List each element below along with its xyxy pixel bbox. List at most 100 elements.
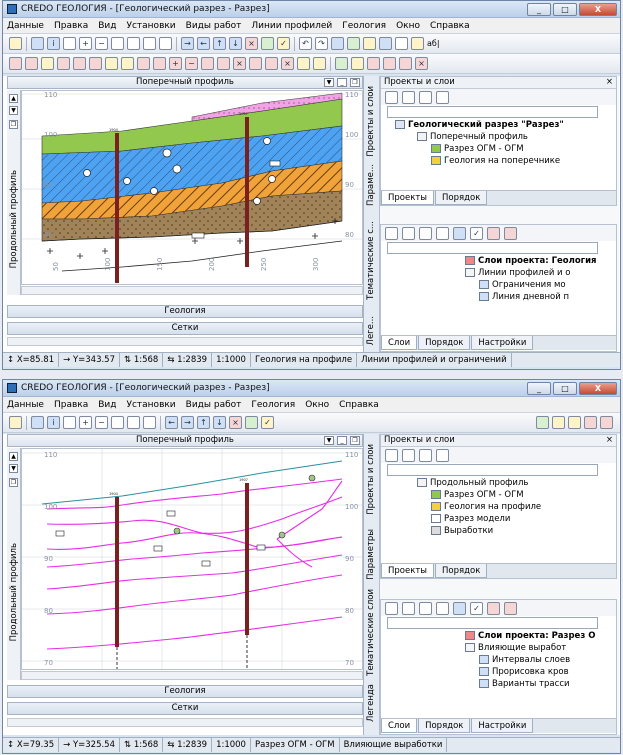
restore-panel-icon[interactable]: ❐ — [350, 436, 360, 445]
dropdown-icon[interactable]: ▼ — [324, 78, 334, 87]
tree-item[interactable]: Выработки — [381, 525, 616, 537]
copy-icon[interactable] — [385, 226, 398, 240]
apply-icon[interactable]: ✓ — [470, 601, 483, 615]
zoom-all-icon[interactable] — [127, 416, 140, 429]
info-icon[interactable]: i — [47, 37, 60, 50]
menu-settings[interactable]: Установки — [126, 400, 175, 410]
menu-settings[interactable]: Установки — [126, 21, 175, 31]
zoom-in-icon[interactable]: + — [79, 37, 92, 50]
geology-section[interactable]: 1904 1907 110 100 90 80 110 100 90 80 50 100 1… — [22, 91, 362, 284]
tree-root[interactable]: Геологический разрез "Разрез" — [381, 119, 616, 131]
arc-tool-icon[interactable] — [121, 57, 134, 70]
new-icon[interactable] — [385, 90, 398, 104]
restore-panel-icon[interactable]: ❐ — [350, 78, 360, 87]
down-icon[interactable]: ▼ — [9, 106, 18, 115]
layer-item[interactable]: Варианты трасси — [381, 678, 616, 690]
layer-icon[interactable] — [331, 37, 344, 50]
tab-settings[interactable]: Настройки — [471, 336, 534, 350]
up-icon[interactable]: ▲ — [9, 452, 18, 461]
chess2-icon[interactable] — [504, 226, 517, 240]
minimize-button[interactable]: _ — [527, 2, 551, 16]
fill-icon[interactable] — [297, 57, 310, 70]
node-icon[interactable] — [137, 57, 150, 70]
vtab-legend[interactable]: Легенда — [366, 684, 376, 722]
arrow-up-icon[interactable]: ↑ — [213, 37, 226, 50]
pin-icon[interactable] — [600, 416, 613, 429]
layer-item[interactable]: Интервалы слоев — [381, 654, 616, 666]
menu-data[interactable]: Данные — [7, 21, 44, 31]
menu-help[interactable]: Справка — [339, 400, 379, 410]
tree-item[interactable]: Разрез ОГМ - ОГМ — [381, 489, 616, 501]
menu-edit[interactable]: Правка — [54, 21, 88, 31]
mark-icon[interactable] — [584, 416, 597, 429]
arrow-left-icon[interactable]: ← — [165, 416, 178, 429]
rect-icon[interactable] — [31, 37, 44, 50]
split-icon[interactable] — [89, 57, 102, 70]
remove-node-icon[interactable]: − — [185, 57, 198, 70]
check-icon[interactable]: ✓ — [261, 416, 274, 429]
undo-icon[interactable]: ↶ — [299, 37, 312, 50]
pin-icon[interactable] — [383, 57, 396, 70]
hscrollbar[interactable] — [21, 671, 363, 680]
geology-bar[interactable]: Геология — [7, 305, 363, 318]
cut-tool-icon[interactable] — [419, 601, 432, 615]
tab-order[interactable]: Порядок — [435, 564, 488, 578]
menu-window[interactable]: Окно — [305, 400, 329, 410]
arrow-right-icon[interactable]: → — [181, 416, 194, 429]
settings-icon[interactable] — [395, 37, 408, 50]
menu-works[interactable]: Виды работ — [186, 21, 242, 31]
open-icon[interactable] — [402, 448, 415, 462]
props-icon[interactable] — [436, 226, 449, 240]
paste-icon[interactable] — [402, 601, 415, 615]
tab-layers[interactable]: Слои — [381, 336, 418, 350]
tree-item[interactable]: Геология на профиле — [381, 501, 616, 513]
arrow-left-icon[interactable]: ← — [197, 37, 210, 50]
props-icon[interactable] — [436, 601, 449, 615]
check-icon[interactable]: ✓ — [277, 37, 290, 50]
layer-filter[interactable] — [387, 617, 598, 629]
dash-tool-icon[interactable] — [105, 57, 118, 70]
tree-item[interactable]: Продольный профиль — [381, 477, 616, 489]
brush-icon[interactable] — [453, 601, 466, 615]
close-button[interactable]: X — [579, 2, 617, 16]
section-canvas[interactable]: 1904 1907 110 100 90 80 70 110 100 90 80 70 — [21, 448, 363, 670]
vtab-long-profile[interactable]: ▲ ▼ ❐ Продольный профиль — [7, 448, 21, 680]
close-icon[interactable]: × — [606, 77, 613, 88]
cross-icon[interactable]: × — [281, 57, 294, 70]
zoom-rect-icon[interactable] — [63, 416, 76, 429]
tab-settings[interactable]: Настройки — [471, 719, 534, 733]
menu-data[interactable]: Данные — [7, 400, 44, 410]
model-section[interactable]: 1904 1907 110 100 90 80 70 110 100 90 80 70 — [22, 449, 362, 669]
measure-icon[interactable] — [217, 57, 230, 70]
tab-order[interactable]: Порядок — [418, 336, 471, 350]
open-icon[interactable] — [402, 90, 415, 104]
point-tool-icon[interactable] — [41, 57, 54, 70]
tab-layers[interactable]: Слои — [381, 719, 418, 733]
arrow-right-icon[interactable]: → — [181, 37, 194, 50]
well-1907[interactable] — [245, 117, 249, 267]
dropdown-icon[interactable]: ▼ — [324, 436, 334, 445]
save-icon[interactable] — [419, 90, 432, 104]
minimize-panel-icon[interactable]: _ — [337, 78, 347, 87]
zoom-out-icon[interactable]: − — [95, 416, 108, 429]
chess-icon[interactable] — [487, 226, 500, 240]
tab-projects[interactable]: Проекты — [381, 564, 435, 578]
layer-item[interactable]: Ограничения мо — [381, 279, 616, 291]
layers-root[interactable]: Слои проекта: Разрез О — [381, 630, 616, 642]
rect-icon[interactable] — [31, 416, 44, 429]
vtab-projects-layers[interactable]: Проекты и слои — [366, 444, 376, 515]
menu-edit[interactable]: Правка — [54, 400, 88, 410]
zoom-fit-icon[interactable] — [111, 416, 124, 429]
table-icon[interactable] — [363, 37, 376, 50]
up-icon[interactable]: ▲ — [9, 94, 18, 103]
book-icon[interactable] — [335, 57, 348, 70]
layer-filter[interactable] — [387, 242, 598, 254]
layer-item[interactable]: Прорисовка кров — [381, 666, 616, 678]
vtab-long-profile[interactable]: ▲ ▼ ❐ Продольный профиль — [7, 90, 21, 295]
menu-geology[interactable]: Геология — [251, 400, 295, 410]
minimize-panel-icon[interactable]: _ — [337, 436, 347, 445]
polyline-tool-icon[interactable] — [25, 57, 38, 70]
paste-icon[interactable] — [402, 226, 415, 240]
down-icon[interactable]: ▼ — [9, 464, 18, 473]
menu-geology[interactable]: Геология — [342, 21, 386, 31]
